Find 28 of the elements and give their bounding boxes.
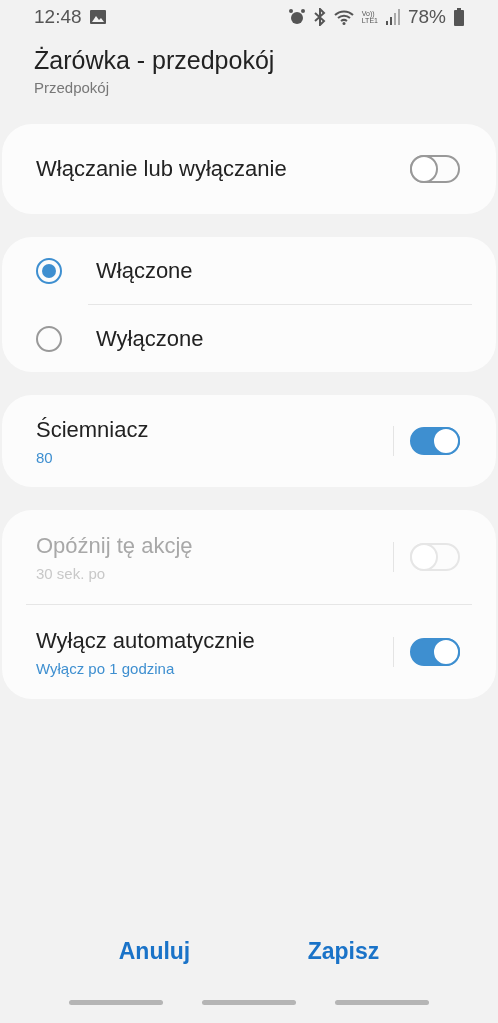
device-title: Żarówka - przedpokój bbox=[34, 46, 276, 75]
cancel-button[interactable]: Anuluj bbox=[108, 931, 201, 971]
toggle-switch[interactable] bbox=[410, 427, 460, 455]
image-icon bbox=[89, 10, 106, 24]
option-label: Wyłączone bbox=[96, 325, 204, 352]
battery-percent: 78% bbox=[407, 6, 446, 28]
setting-value: Wyłącz po 1 godzina bbox=[36, 659, 176, 677]
toggle-switch[interactable] bbox=[410, 155, 460, 183]
bluetooth-icon bbox=[313, 8, 326, 26]
battery-icon bbox=[454, 8, 464, 26]
wifi-icon bbox=[333, 9, 354, 25]
save-button[interactable]: Zapisz bbox=[297, 931, 390, 971]
toggle-switch[interactable] bbox=[410, 638, 460, 666]
nav-handle[interactable] bbox=[202, 999, 296, 1005]
option-label: Włączone bbox=[96, 257, 193, 284]
radio-button[interactable] bbox=[36, 257, 62, 284]
nav-handle[interactable] bbox=[69, 999, 164, 1005]
nav-handle[interactable] bbox=[334, 999, 429, 1005]
setting-label: Włączanie lub wyłączanie bbox=[36, 156, 288, 182]
setting-value: 80 bbox=[36, 448, 54, 466]
radio-button[interactable] bbox=[36, 325, 62, 352]
signal-icon bbox=[385, 9, 400, 25]
setting-label: Ściemniacz bbox=[36, 416, 150, 443]
setting-label: Opóźnij tę akcję bbox=[36, 532, 194, 559]
setting-label: Wyłącz automatycznie bbox=[36, 627, 256, 654]
room-subtitle: Przedpokój bbox=[34, 79, 111, 96]
status-time: 12:48 bbox=[34, 6, 82, 28]
alarm-icon bbox=[287, 8, 306, 26]
